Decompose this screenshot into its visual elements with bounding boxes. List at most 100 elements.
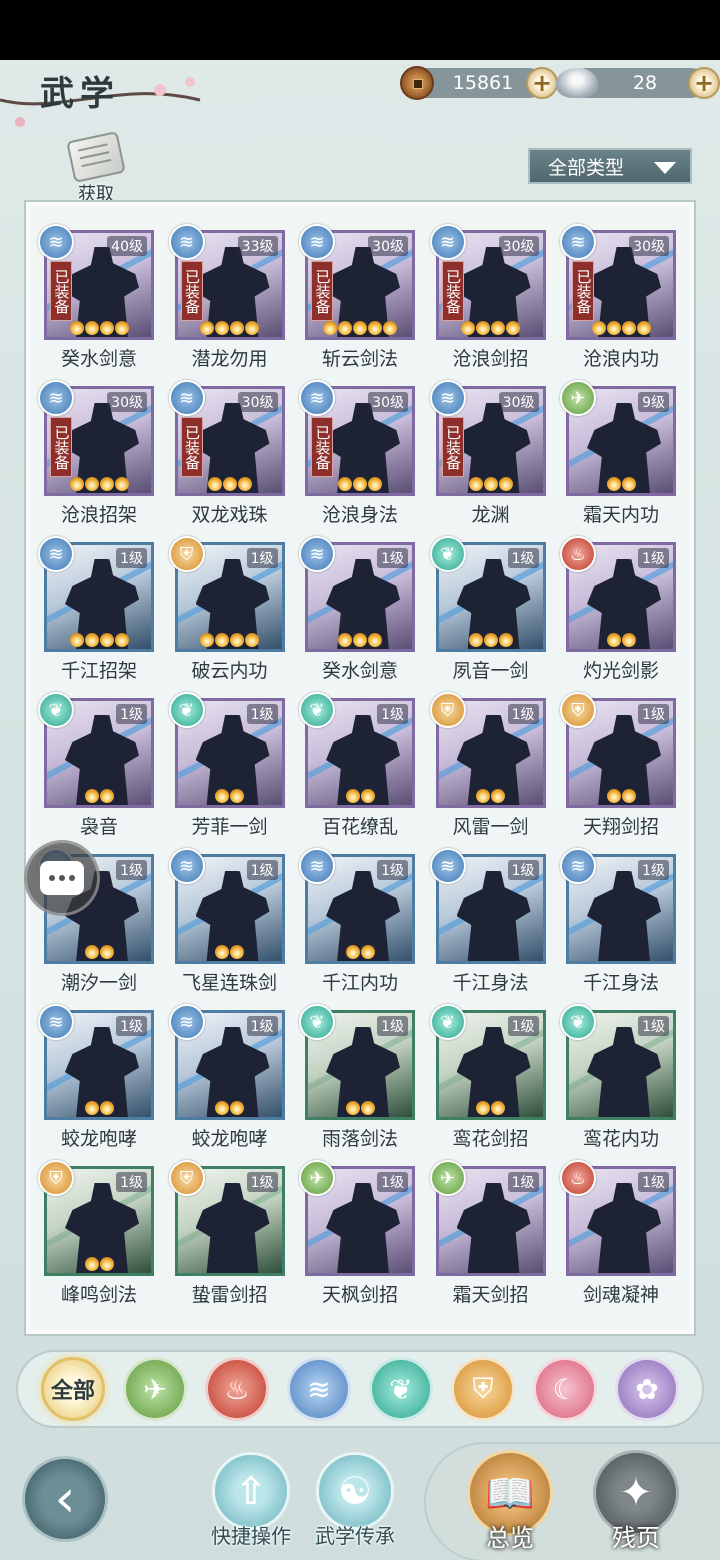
skill-name: 袅音 — [79, 816, 118, 838]
skill-name: 蛟龙咆哮 — [191, 1128, 268, 1150]
chat-button[interactable] — [24, 840, 100, 916]
skill-card[interactable]: 30级 已装备 ≋ 沧浪招架 — [38, 380, 154, 526]
flame-star-icon — [360, 945, 375, 959]
butterfly-school-icon: ❦ — [429, 536, 466, 572]
flame-star-icon — [215, 789, 229, 803]
category-fire-button[interactable]: ♨ — [205, 1357, 269, 1421]
flame-star-icon — [383, 321, 397, 335]
skill-card[interactable]: 30级 已装备 ≋ 龙渊 — [429, 380, 546, 526]
skill-card[interactable]: 1级 ≋ 千江内功 — [299, 848, 415, 994]
skill-card[interactable]: 1级 ♨ 剑魂凝神 — [560, 1160, 676, 1306]
skill-level: 1级 — [638, 548, 669, 568]
flame-star-icon — [461, 321, 475, 335]
flame-star-icon — [353, 633, 367, 647]
skill-card[interactable]: 1级 ≋ 癸水剑意 — [299, 536, 415, 682]
skill-card[interactable]: 1级 ≋ 千江招架 — [38, 536, 154, 682]
water-icon: ≋ — [307, 1372, 331, 1406]
category-moon-button[interactable]: ☾ — [533, 1357, 597, 1421]
water-school-icon: ≋ — [38, 1004, 74, 1040]
skill-stars — [569, 789, 673, 803]
category-water-button[interactable]: ≋ — [287, 1357, 351, 1421]
add-copper-button[interactable]: + — [526, 67, 558, 99]
skill-card[interactable]: 1级 ≋ 千江身法 — [429, 848, 546, 994]
fragments-label: 残页 — [612, 1524, 660, 1552]
chevron-down-icon — [654, 162, 676, 174]
flame-star-icon — [476, 321, 490, 335]
skill-card[interactable]: 1级 ⛨ 天翔剑招 — [560, 692, 676, 838]
fire-school-icon: ♨ — [560, 536, 596, 572]
flame-star-icon — [338, 633, 352, 647]
quick-ops-button[interactable]: ⇧ 快捷操作 — [206, 1452, 296, 1549]
skill-card[interactable]: 30级 已装备 ≋ 斩云剑法 — [299, 224, 415, 370]
water-school-icon: ≋ — [38, 224, 74, 260]
category-wind-button[interactable]: ✈ — [123, 1357, 187, 1421]
flame-star-icon — [84, 1257, 99, 1271]
skill-level: 1级 — [246, 1172, 278, 1192]
skill-card[interactable]: 1级 ❦ 夙音一剑 — [429, 536, 546, 682]
equipped-badge: 已装备 — [180, 417, 203, 477]
equipped-badge: 已装备 — [311, 417, 333, 477]
skill-card[interactable]: 1级 ❦ 百花缭乱 — [299, 692, 415, 838]
skill-stars — [178, 1101, 282, 1115]
flame-star-icon — [506, 321, 520, 335]
skill-card[interactable]: 1级 ⛨ 峰鸣剑法 — [38, 1160, 154, 1306]
skill-level: 1级 — [116, 548, 147, 568]
skill-name: 龙渊 — [471, 504, 510, 526]
moon-icon: ☾ — [552, 1372, 578, 1406]
fragments-tab[interactable]: ✦ 残页 — [588, 1450, 684, 1553]
skill-card[interactable]: 1级 ⛨ 蛰雷剑招 — [168, 1160, 285, 1306]
add-silver-button[interactable]: + — [688, 67, 720, 99]
flame-star-icon — [353, 477, 367, 491]
equipped-badge: 已装备 — [572, 261, 594, 321]
skill-card[interactable]: 1级 ≋ 千江身法 — [560, 848, 676, 994]
skill-card[interactable]: 30级 已装备 ≋ 沧浪身法 — [299, 380, 415, 526]
skill-card[interactable]: 1级 ✈ 霜天剑招 — [429, 1160, 546, 1306]
flame-star-icon — [360, 789, 375, 803]
skill-card[interactable]: 1级 ❦ 鸾花剑招 — [429, 1004, 546, 1150]
skill-card[interactable]: 1级 ≋ 蛟龙咆哮 — [38, 1004, 154, 1150]
skill-name: 峰鸣剑法 — [60, 1284, 137, 1306]
skill-stars — [569, 321, 673, 335]
skill-card[interactable]: 1级 ♨ 灼光剑影 — [560, 536, 676, 682]
category-all-button[interactable]: 全部 — [41, 1357, 105, 1421]
inherit-button[interactable]: ☯ 武学传承 — [310, 1452, 400, 1549]
skill-card[interactable]: 40级 已装备 ≋ 癸水剑意 — [38, 224, 154, 370]
skill-name: 百花缭乱 — [321, 816, 398, 838]
category-butterfly-button[interactable]: ❦ — [369, 1357, 433, 1421]
category-filter-bar: 全部 ✈ ♨ ≋ ❦ ⛨ ☾ ✿ — [16, 1350, 704, 1428]
flame-star-icon — [606, 477, 621, 491]
skill-card[interactable]: 1级 ❦ 鸾花内功 — [560, 1004, 676, 1150]
skill-card[interactable]: 1级 ✈ 天枫剑招 — [299, 1160, 415, 1306]
skill-stars — [569, 633, 673, 647]
skill-card[interactable]: 33级 已装备 ≋ 潜龙勿用 — [168, 224, 285, 370]
flame-star-icon — [99, 789, 114, 803]
flame-star-icon — [360, 1101, 375, 1115]
skill-card[interactable]: 30级 已装备 ≋ 双龙戏珠 — [168, 380, 285, 526]
water-school-icon: ≋ — [560, 224, 596, 260]
skill-name: 鸾花剑招 — [452, 1128, 529, 1150]
skill-card[interactable]: 9级 ✈ 霜天内功 — [560, 380, 676, 526]
type-filter-dropdown[interactable]: 全部类型 — [528, 148, 692, 184]
flame-star-icon — [345, 1101, 360, 1115]
skill-card[interactable]: 1级 ≋ 蛟龙咆哮 — [168, 1004, 285, 1150]
water-school-icon: ≋ — [429, 848, 466, 884]
skill-card[interactable]: 1级 ❦ 袅音 — [38, 692, 154, 838]
skill-card[interactable]: 1级 ⛨ 风雷一剑 — [429, 692, 546, 838]
get-skills-button[interactable]: 获取 — [64, 131, 128, 205]
skill-card[interactable]: 1级 ❦ 芳菲一剑 — [168, 692, 285, 838]
flame-star-icon — [345, 945, 360, 959]
butterfly-school-icon: ❦ — [560, 1004, 596, 1040]
skill-card[interactable]: 1级 ≋ 飞星连珠剑 — [168, 848, 285, 994]
overview-tab[interactable]: 📖 总览 — [462, 1450, 558, 1553]
skill-card[interactable]: 30级 已装备 ≋ 沧浪内功 — [560, 224, 676, 370]
skill-card[interactable]: 1级 ❦ 雨落剑法 — [299, 1004, 415, 1150]
skill-card[interactable]: 1级 ⛨ 破云内功 — [168, 536, 285, 682]
category-shield-button[interactable]: ⛨ — [451, 1357, 515, 1421]
skill-card[interactable]: 30级 已装备 ≋ 沧浪剑招 — [429, 224, 546, 370]
skill-level: 1级 — [246, 1016, 278, 1036]
back-button[interactable]: ‹ — [22, 1456, 108, 1542]
flame-star-icon — [323, 321, 337, 335]
skill-level: 1级 — [638, 860, 669, 880]
skill-name: 潜龙勿用 — [191, 348, 268, 370]
category-rose-button[interactable]: ✿ — [615, 1357, 679, 1421]
